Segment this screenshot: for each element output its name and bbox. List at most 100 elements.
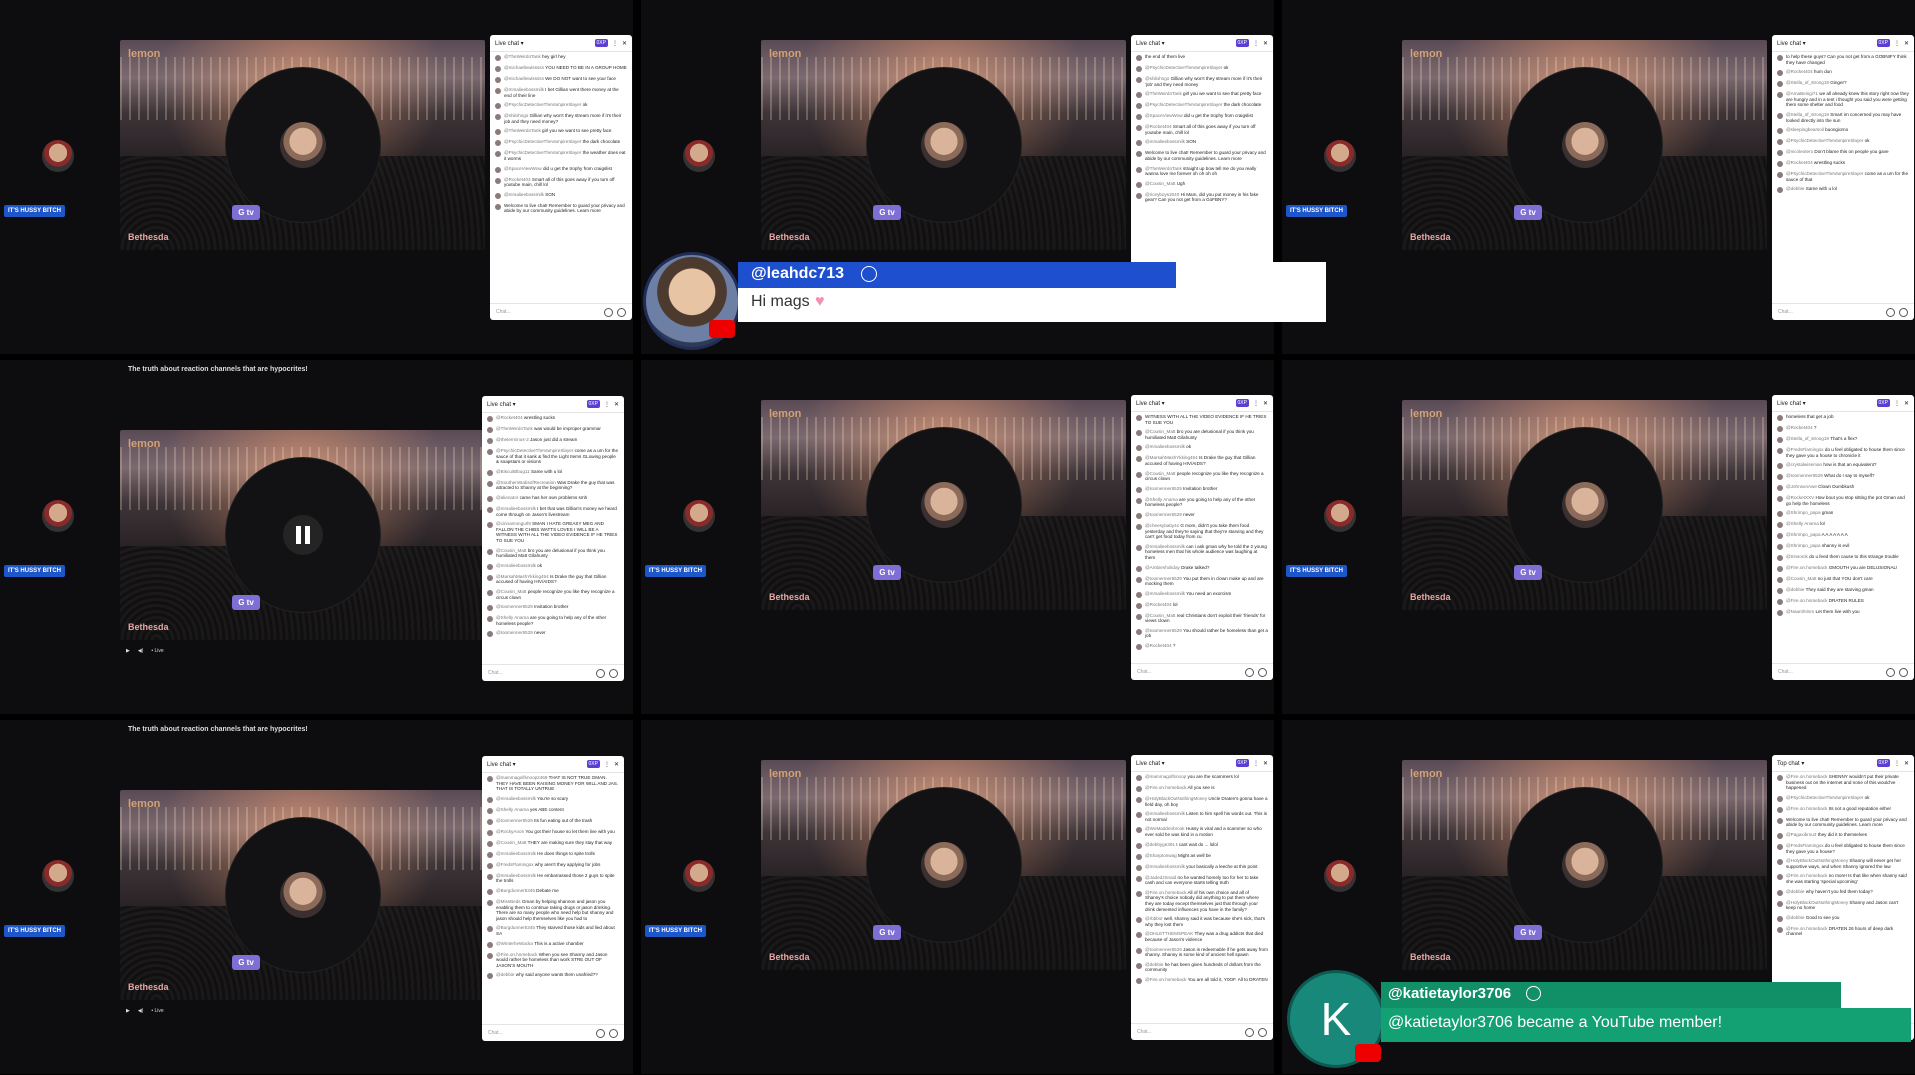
chat-mode-dropdown[interactable]: Live chat ▾ bbox=[487, 401, 516, 408]
chat-text: That's a flex? bbox=[1830, 436, 1858, 441]
chat-header: Live chat ▾ 0XP ⋮ ✕ bbox=[1131, 755, 1273, 772]
more-icon[interactable]: ⋮ bbox=[1253, 760, 1259, 767]
chat-message-body: @RocketXXV How bout you stop sitting the… bbox=[1786, 495, 1909, 506]
chat-mode-dropdown[interactable]: Top chat ▾ bbox=[1777, 760, 1804, 767]
video-player[interactable]: lemon Bethesda G tv bbox=[1402, 400, 1767, 610]
chat-message: @MarsahMashYkking454 Is Drake the guy th… bbox=[482, 572, 624, 587]
chat-message-body: @FredsFlamingox do u feel obligated to h… bbox=[1786, 843, 1909, 854]
play-icon[interactable]: ▶ bbox=[126, 1008, 130, 1014]
chat-author: @FredsFlamingox bbox=[1786, 842, 1824, 848]
video-player[interactable]: lemon Bethesda G tv bbox=[761, 40, 1126, 250]
chat-mode-dropdown[interactable]: Live chat ▾ bbox=[495, 40, 524, 47]
video-player[interactable]: lemon Bethesda G tv bbox=[1402, 40, 1767, 250]
chat-author: @debbie bbox=[496, 972, 515, 978]
chat-mode-dropdown[interactable]: Live chat ▾ bbox=[1136, 40, 1165, 47]
chat-avatar bbox=[1136, 812, 1142, 819]
chat-message: @toomenner6529 never bbox=[482, 628, 624, 639]
chat-text: ok bbox=[582, 102, 588, 108]
chat-message: @Cousin_Matt bro you are delusional if y… bbox=[482, 546, 624, 561]
chat-input[interactable]: Chat... bbox=[482, 664, 624, 681]
chat-input-placeholder: Chat... bbox=[496, 309, 511, 315]
gtv-badge: G tv bbox=[873, 205, 901, 220]
chat-avatar bbox=[1777, 544, 1783, 551]
video-player[interactable]: lemon Bethesda G tv bbox=[1402, 760, 1767, 970]
more-icon[interactable]: ⋮ bbox=[604, 761, 610, 768]
chat-message: @TheWeirdoTank was would be improper gra… bbox=[482, 424, 624, 435]
katie-message: @katietaylor3706 became a YouTube member… bbox=[1388, 1014, 1723, 1031]
webcam-face bbox=[1561, 122, 1608, 168]
video-player[interactable]: lemon Bethesda G tv bbox=[761, 760, 1126, 970]
chat-message: @toomenner6529 Invitation brother bbox=[1131, 484, 1273, 495]
emoji-icon[interactable] bbox=[596, 668, 605, 678]
super-chat-icon[interactable] bbox=[617, 307, 626, 317]
more-icon[interactable]: ⋮ bbox=[604, 401, 610, 408]
emoji-icon[interactable] bbox=[596, 1028, 605, 1038]
chat-mode-dropdown[interactable]: Live chat ▾ bbox=[487, 761, 516, 768]
close-icon[interactable]: ✕ bbox=[1263, 400, 1268, 407]
pause-icon[interactable] bbox=[282, 515, 323, 555]
video-player[interactable]: lemon Bethesda G tv bbox=[120, 430, 485, 640]
chat-message-body: Welcome to live chat! Remember to guard … bbox=[1786, 817, 1909, 828]
chat-input[interactable]: Chat... bbox=[1772, 303, 1914, 320]
close-icon[interactable]: ✕ bbox=[1263, 40, 1268, 47]
chat-input[interactable]: Chat... bbox=[1131, 663, 1273, 680]
super-chat-icon[interactable] bbox=[1899, 667, 1908, 677]
chat-mode-dropdown[interactable]: Live chat ▾ bbox=[1777, 40, 1806, 47]
chat-input[interactable]: Chat... bbox=[1772, 663, 1914, 680]
video-player[interactable]: lemon Bethesda G tv bbox=[761, 400, 1126, 610]
close-icon[interactable]: ✕ bbox=[614, 401, 619, 408]
more-icon[interactable]: ⋮ bbox=[1253, 40, 1259, 47]
video-player[interactable]: lemon Bethesda G tv bbox=[120, 790, 485, 1000]
chat-header: Live chat ▾ 0XP ⋮ ✕ bbox=[482, 756, 624, 773]
chat-message-body: @mrsalieebossmilk I bet that was Gillian… bbox=[496, 506, 619, 517]
chat-text: did u get the trophy from craigslist bbox=[542, 165, 612, 171]
emoji-icon[interactable] bbox=[1245, 1027, 1254, 1037]
chat-input[interactable]: Chat... bbox=[1131, 1023, 1273, 1040]
chat-text: All you see is bbox=[1187, 785, 1215, 790]
more-icon[interactable]: ⋮ bbox=[1894, 760, 1900, 767]
chat-author: @Rocket404 bbox=[504, 176, 531, 182]
xp-badge: 0XP bbox=[1876, 759, 1890, 767]
webcam-disc bbox=[1507, 788, 1662, 942]
super-chat-icon[interactable] bbox=[1258, 667, 1267, 677]
close-icon[interactable]: ✕ bbox=[614, 761, 619, 768]
side-avatar bbox=[1324, 860, 1356, 892]
more-icon[interactable]: ⋮ bbox=[612, 40, 618, 47]
volume-icon[interactable]: ◀) bbox=[138, 648, 144, 654]
close-icon[interactable]: ✕ bbox=[1263, 760, 1268, 767]
emoji-icon[interactable] bbox=[1245, 667, 1254, 677]
more-icon[interactable]: ⋮ bbox=[1894, 400, 1900, 407]
chat-avatar bbox=[1136, 92, 1142, 99]
chat-message-body: @debbie Good to see you bbox=[1786, 915, 1839, 922]
close-icon[interactable]: ✕ bbox=[1904, 760, 1909, 767]
close-icon[interactable]: ✕ bbox=[1904, 400, 1909, 407]
chat-input[interactable]: Chat... bbox=[482, 1024, 624, 1041]
super-chat-icon[interactable] bbox=[609, 1028, 618, 1038]
chat-avatar bbox=[1777, 775, 1783, 781]
volume-icon[interactable]: ◀) bbox=[138, 1008, 144, 1014]
chat-message-body: @RockyAnon You got their house so let th… bbox=[496, 829, 615, 836]
chat-avatar bbox=[1136, 628, 1142, 635]
more-icon[interactable]: ⋮ bbox=[1894, 40, 1900, 47]
chat-mode-dropdown[interactable]: Live chat ▾ bbox=[1136, 400, 1165, 407]
chat-avatar bbox=[1136, 853, 1142, 860]
super-chat-icon[interactable] bbox=[609, 668, 618, 678]
emoji-icon[interactable] bbox=[1886, 307, 1895, 317]
emoji-icon[interactable] bbox=[604, 307, 613, 317]
super-chat-icon[interactable] bbox=[1899, 307, 1908, 317]
play-icon[interactable]: ▶ bbox=[126, 648, 130, 654]
close-icon[interactable]: ✕ bbox=[1904, 40, 1909, 47]
emoji-icon[interactable] bbox=[1886, 667, 1895, 677]
chat-mode-dropdown[interactable]: Live chat ▾ bbox=[1777, 400, 1806, 407]
chat-message: @toomenner6529 Invitation brother bbox=[482, 602, 624, 613]
chat-message: Welcome to live chat! Remember to guard … bbox=[490, 201, 632, 216]
close-icon[interactable]: ✕ bbox=[622, 40, 627, 47]
more-icon[interactable]: ⋮ bbox=[1253, 400, 1259, 407]
super-chat-icon[interactable] bbox=[1258, 1027, 1267, 1037]
chat-mode-dropdown[interactable]: Live chat ▾ bbox=[1136, 760, 1165, 767]
chat-text: What do I say to myself? bbox=[1824, 473, 1875, 479]
chat-avatar bbox=[487, 888, 493, 895]
chat-input[interactable]: Chat... bbox=[490, 303, 632, 320]
video-player[interactable]: lemon Bethesda G tv bbox=[120, 40, 485, 250]
webcam-disc bbox=[225, 458, 380, 612]
